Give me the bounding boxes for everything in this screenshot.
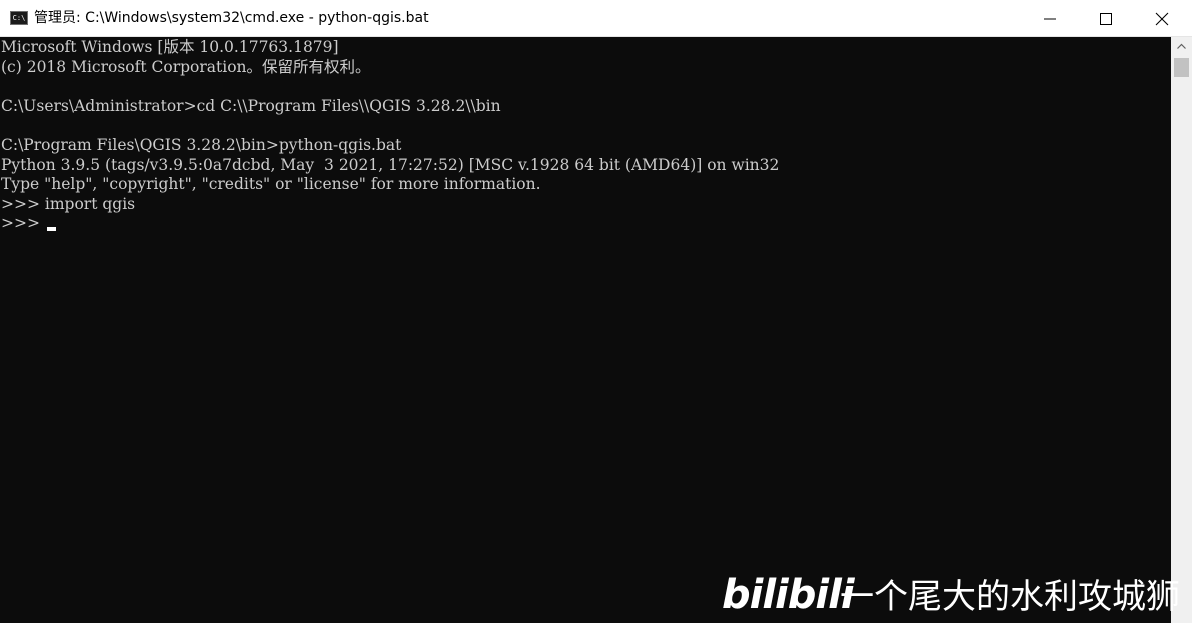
console-line: (c) 2018 Microsoft Corporation。保留所有权利。	[1, 58, 371, 76]
console-line: >>> import qgis	[1, 195, 136, 213]
minimize-button[interactable]	[1022, 0, 1078, 37]
prompt-text: >>>	[1, 214, 45, 232]
title-bar[interactable]: C:\ 管理员: C:\Windows\system32\cmd.exe - p…	[0, 0, 1192, 37]
console-line: C:\Program Files\QGIS 3.28.2\bin>python-…	[1, 136, 402, 154]
console-output[interactable]: Microsoft Windows [版本 10.0.17763.1879] (…	[0, 37, 1171, 623]
scroll-thumb[interactable]	[1174, 58, 1189, 77]
minimize-icon	[1044, 18, 1056, 20]
console-prompt-line[interactable]: >>>	[1, 213, 56, 233]
maximize-button[interactable]	[1078, 0, 1134, 37]
cmd-window: C:\ 管理员: C:\Windows\system32\cmd.exe - p…	[0, 0, 1192, 623]
window-title: 管理员: C:\Windows\system32\cmd.exe - pytho…	[34, 10, 429, 26]
console-line: Python 3.9.5 (tags/v3.9.5:0a7dcbd, May 3…	[1, 156, 780, 174]
text-cursor	[46, 227, 56, 231]
bilibili-logo: bilibili	[722, 572, 855, 618]
close-icon	[1155, 12, 1169, 26]
maximize-icon	[1100, 13, 1112, 25]
chevron-up-icon	[1177, 43, 1186, 49]
scroll-up-button[interactable]	[1171, 37, 1192, 55]
console-line: C:\Users\Administrator>cd C:\\Program Fi…	[1, 97, 501, 115]
cmd-console-icon[interactable]: C:\	[10, 11, 28, 25]
console-line: Microsoft Windows [版本 10.0.17763.1879]	[1, 38, 339, 56]
console-line: Type "help", "copyright", "credits" or "…	[1, 175, 541, 193]
vertical-scrollbar[interactable]	[1171, 37, 1192, 623]
close-button[interactable]	[1134, 0, 1190, 37]
watermark-text: 一个尾大的水利攻城狮	[840, 577, 1180, 617]
